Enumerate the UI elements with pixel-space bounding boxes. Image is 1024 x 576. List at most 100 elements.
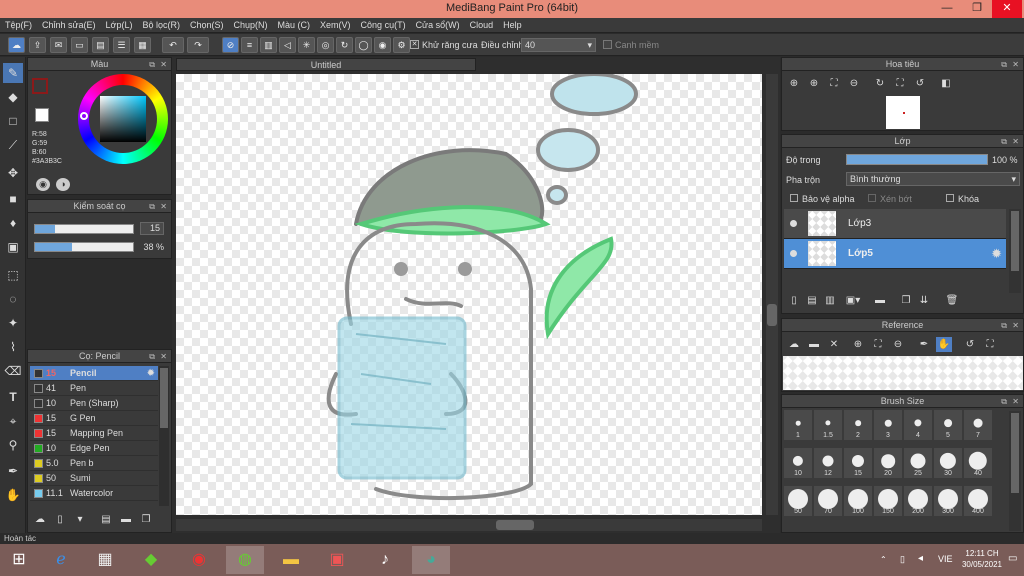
brush-size-scrollbar[interactable]: [1009, 411, 1021, 531]
brush-size-option[interactable]: 100: [844, 486, 872, 516]
palette-icon[interactable]: ◉: [36, 178, 50, 191]
document-tab[interactable]: Untitled: [176, 58, 476, 71]
lasso-tool-icon[interactable]: ◌: [3, 289, 23, 309]
brush-size-option[interactable]: 7: [964, 410, 992, 440]
brush-item[interactable]: 10 Edge Pen: [30, 441, 158, 456]
settings-icon[interactable]: ⚙: [393, 37, 410, 53]
brush-size-option[interactable]: 20: [874, 448, 902, 478]
parallel-snap-icon[interactable]: ≡: [241, 37, 258, 53]
brush-size-option[interactable]: 25: [904, 448, 932, 478]
fullscreen-icon[interactable]: ⛶: [982, 337, 998, 352]
popout-icon[interactable]: ⧉: [1001, 58, 1007, 71]
brush-size-option[interactable]: 1.5: [814, 410, 842, 440]
hand-tool-icon[interactable]: ✋: [3, 485, 23, 505]
folder-icon[interactable]: ▬: [872, 293, 888, 308]
close-icon[interactable]: ✕: [1012, 135, 1019, 148]
brush-size-option[interactable]: 1: [784, 410, 812, 440]
blend-select[interactable]: Bình thường ▾: [846, 172, 1020, 186]
text-tool-icon[interactable]: T: [3, 387, 23, 407]
menu-file[interactable]: Tệp(F): [0, 18, 37, 33]
zoom-out-icon[interactable]: ⊖: [890, 337, 906, 352]
new-page-icon[interactable]: ▭: [71, 37, 88, 53]
comment-icon[interactable]: ✉: [50, 37, 67, 53]
page-list-icon[interactable]: ☰: [113, 37, 130, 53]
language-indicator[interactable]: VIE: [938, 554, 953, 564]
layer-row[interactable]: Lớp5 ✹: [784, 239, 1006, 269]
brush-size-option[interactable]: 400: [964, 486, 992, 516]
app-icon[interactable]: ▦: [86, 546, 124, 574]
minimize-button[interactable]: —: [932, 0, 962, 18]
close-button[interactable]: ✕: [992, 0, 1022, 18]
brush-item[interactable]: 15 Pencil ✹: [30, 366, 158, 381]
palette-settings-icon[interactable]: ◑: [56, 178, 70, 191]
windows-start-icon[interactable]: ⊞: [0, 546, 38, 574]
grid-page-icon[interactable]: ▦: [134, 37, 151, 53]
chrome-icon[interactable]: ◉: [180, 546, 218, 574]
brush-list-scrollbar[interactable]: [159, 366, 169, 506]
folder-icon[interactable]: ▬: [118, 512, 134, 527]
close-icon[interactable]: ✕: [160, 58, 167, 71]
popout-icon[interactable]: ⧉: [1001, 395, 1007, 408]
open-folder-icon[interactable]: ▬: [806, 337, 822, 352]
brush-size-option[interactable]: 4: [904, 410, 932, 440]
redo-icon[interactable]: ↷: [187, 37, 209, 53]
brush-size-option[interactable]: 150: [874, 486, 902, 516]
magic-wand-icon[interactable]: ✦: [3, 313, 23, 333]
edge-checkbox[interactable]: [603, 40, 612, 49]
menu-snap[interactable]: Chụp(N): [229, 18, 273, 33]
correction-select[interactable]: 40 ▾: [521, 38, 596, 52]
canvas-horizontal-scrollbar[interactable]: [176, 519, 762, 531]
divide-tool-icon[interactable]: ⌖: [3, 411, 23, 431]
brush-size-option[interactable]: 40: [964, 448, 992, 478]
file-explorer-icon[interactable]: ▬: [272, 546, 310, 574]
tray-chevron-icon[interactable]: ⌃: [880, 555, 887, 564]
menu-help[interactable]: Help: [498, 18, 527, 33]
network-icon[interactable]: ▯: [900, 554, 905, 565]
ellipse-snap-icon[interactable]: ◉: [374, 37, 391, 53]
reference-preview[interactable]: [783, 356, 1023, 390]
concentric-snap-icon[interactable]: ◎: [317, 37, 334, 53]
hue-handle[interactable]: [80, 112, 88, 120]
brush-size-option[interactable]: 50: [784, 486, 812, 516]
app-icon[interactable]: ◍: [226, 546, 264, 574]
brush-size-option[interactable]: 15: [844, 448, 872, 478]
add-brush-icon[interactable]: ▾: [72, 512, 88, 527]
eraser-tool-icon[interactable]: ◆: [3, 87, 23, 107]
brush-size-option[interactable]: 70: [814, 486, 842, 516]
vertical-scroll-thumb[interactable]: [767, 304, 777, 326]
brush-item[interactable]: 15 G Pen: [30, 411, 158, 426]
new-8bit-layer-icon[interactable]: ▥: [822, 293, 838, 308]
shape-tool-icon[interactable]: □: [3, 111, 23, 131]
horizontal-scroll-thumb[interactable]: [496, 520, 534, 530]
zoom-in-icon[interactable]: ⊕: [806, 76, 822, 91]
hand-icon[interactable]: ✋: [936, 337, 952, 352]
close-icon[interactable]: ✕: [160, 350, 167, 363]
add-layer-dropdown-icon[interactable]: ▣▾: [840, 293, 866, 308]
reset-icon[interactable]: ↺: [962, 337, 978, 352]
brush-size-option[interactable]: 3: [874, 410, 902, 440]
brush-size-option[interactable]: 2: [844, 410, 872, 440]
primary-color-swatch[interactable]: [32, 78, 48, 94]
drawing-canvas[interactable]: [176, 72, 762, 515]
close-icon[interactable]: ✕: [160, 200, 167, 213]
merge-layer-icon[interactable]: ⇊: [916, 293, 932, 308]
internet-explorer-icon[interactable]: ℯ: [42, 546, 80, 574]
rotate-icon[interactable]: ↻: [872, 76, 888, 91]
cloud-icon[interactable]: ☁: [8, 37, 25, 53]
protect-alpha-checkbox[interactable]: [790, 194, 798, 202]
brush-settings-icon[interactable]: ▤: [98, 512, 114, 527]
undo-icon[interactable]: ↶: [162, 37, 184, 53]
grid-snap-icon[interactable]: ▥: [260, 37, 277, 53]
close-icon[interactable]: ✕: [1012, 319, 1019, 332]
hue-wheel[interactable]: [78, 74, 168, 164]
popout-icon[interactable]: ⧉: [1001, 135, 1007, 148]
layer-scrollbar[interactable]: [1009, 209, 1021, 293]
powerpoint-icon[interactable]: ▣: [318, 546, 356, 574]
cloud-icon[interactable]: ☁: [786, 337, 802, 352]
transparent-color-swatch[interactable]: [35, 108, 49, 122]
brush-tool-icon[interactable]: ✎: [3, 63, 23, 83]
menu-edit[interactable]: Chỉnh sửa(E): [37, 18, 101, 33]
clipping-checkbox[interactable]: [868, 194, 876, 202]
navigator-preview[interactable]: [886, 96, 920, 129]
saturation-square[interactable]: [100, 96, 146, 142]
